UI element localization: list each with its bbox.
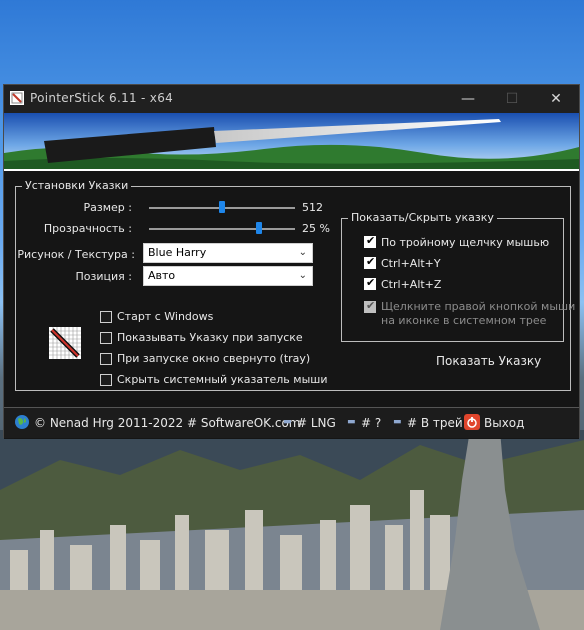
texture-preview-icon — [49, 327, 81, 359]
menu-dash-icon: ▬ — [393, 417, 402, 427]
transparency-label: Прозрачность : — [43, 222, 132, 235]
ctrl-alt-y-checkbox[interactable] — [364, 255, 376, 269]
tray-right-click-label-line2: на иконке в системном трее — [381, 314, 547, 327]
start-minimized-checkbox[interactable] — [100, 353, 112, 365]
title-bar[interactable]: PointerStick 6.11 - x64 — ☐ ✕ — [4, 85, 579, 113]
show-hide-legend: Показать/Скрыть указку — [348, 211, 497, 224]
exit-button[interactable]: Выход — [484, 416, 524, 430]
position-label: Позиция : — [75, 270, 132, 283]
copyright-link[interactable]: © Nenad Hrg 2011-2022 # SoftwareOK.com — [34, 416, 301, 430]
size-label: Размер : — [83, 201, 132, 214]
app-icon — [10, 91, 24, 105]
settings-legend: Установки Указки — [22, 179, 132, 192]
size-slider-thumb[interactable] — [219, 201, 225, 213]
chevron-down-icon: ⌄ — [298, 247, 307, 258]
tray-right-click-checkbox[interactable] — [364, 299, 376, 313]
transparency-slider-track[interactable] — [149, 228, 295, 230]
tray-right-click-label-line1: Щелкните правой кнопкой мыши — [381, 300, 576, 313]
power-icon[interactable] — [464, 414, 480, 430]
triple-click-checkbox[interactable] — [364, 234, 376, 248]
show-on-start-label: Показывать Указку при запуске — [117, 331, 303, 344]
texture-selected-value: Blue Harry — [148, 246, 207, 259]
hide-system-cursor-label: Скрыть системный указатель мыши — [117, 373, 328, 386]
language-menu[interactable]: # LNG — [297, 416, 336, 430]
transparency-slider-thumb[interactable] — [255, 222, 262, 234]
ctrl-alt-z-label: Ctrl+Alt+Z — [381, 278, 442, 291]
size-value: 512 — [302, 201, 323, 214]
ctrl-alt-y-label: Ctrl+Alt+Y — [381, 257, 441, 270]
status-bar: © Nenad Hrg 2011-2022 # SoftwareOK.com ▬… — [4, 407, 579, 438]
to-tray-menu[interactable]: # В трей — [407, 416, 463, 430]
chevron-down-icon: ⌄ — [298, 270, 307, 281]
position-selected-value: Авто — [148, 269, 176, 282]
hide-system-cursor-checkbox[interactable] — [100, 374, 112, 386]
texture-label: Рисунок / Текстура : — [17, 248, 135, 261]
globe-icon[interactable] — [14, 414, 30, 430]
start-minimized-label: При запуске окно свернуто (tray) — [117, 352, 311, 365]
window-title: PointerStick 6.11 - x64 — [30, 91, 174, 105]
header-banner — [4, 113, 579, 171]
startup-windows-checkbox[interactable] — [100, 311, 112, 323]
position-select[interactable]: Авто ⌄ — [143, 266, 313, 286]
ctrl-alt-z-checkbox[interactable] — [364, 276, 376, 290]
startup-windows-label: Старт с Windows — [117, 310, 214, 323]
menu-dash-icon: ▬ — [347, 417, 356, 427]
texture-select[interactable]: Blue Harry ⌄ — [143, 243, 313, 263]
main-panel: Установки Указки Размер : 512 Прозрачнос… — [4, 171, 579, 439]
show-on-start-checkbox[interactable] — [100, 332, 112, 344]
city-wallpaper — [0, 430, 584, 630]
show-pointer-button[interactable]: Показать Указку — [436, 354, 541, 368]
minimize-button[interactable]: — — [446, 85, 490, 113]
maximize-button[interactable]: ☐ — [490, 85, 534, 113]
app-window: PointerStick 6.11 - x64 — ☐ ✕ Установки … — [3, 84, 580, 439]
menu-dash-icon: ▬ — [283, 417, 292, 427]
help-menu[interactable]: # ? — [361, 416, 381, 430]
pointer-stick-banner-image — [4, 113, 579, 171]
close-button[interactable]: ✕ — [534, 85, 578, 113]
triple-click-label: По тройному щелчку мышью — [381, 236, 550, 249]
transparency-value: 25 % — [302, 222, 330, 235]
